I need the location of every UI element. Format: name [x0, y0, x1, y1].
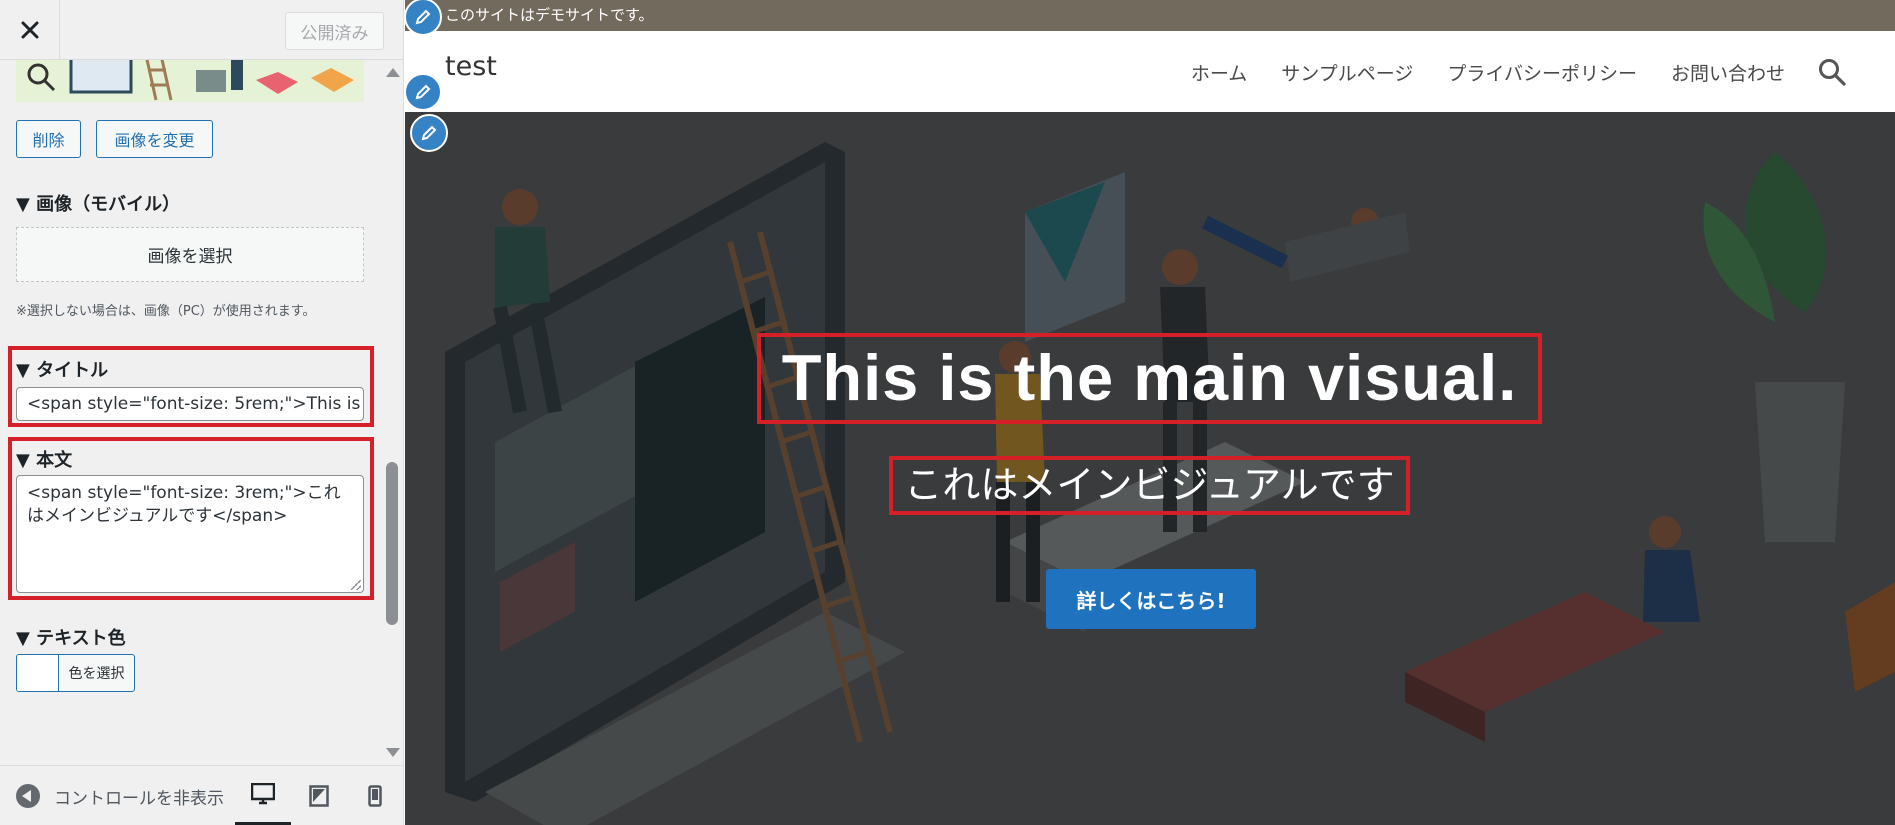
hero-cta-button[interactable]: 詳しくはこちら!	[1046, 569, 1256, 629]
color-picker-button[interactable]: 色を選択	[16, 654, 135, 692]
site-title[interactable]: test	[445, 51, 497, 82]
pencil-icon	[421, 125, 437, 141]
resize-handle[interactable]	[351, 580, 361, 590]
mobile-image-note: ※選択しない場合は、画像（PC）が使用されます。	[16, 304, 316, 319]
selected-image-thumbnail	[16, 60, 364, 102]
main-visual: This is the main visual. これはメインビジュアルです 詳…	[405, 112, 1895, 825]
notice-bar: このサイトはデモサイトです。	[405, 0, 1895, 31]
search-icon[interactable]	[1817, 57, 1847, 87]
text-color-heading[interactable]: ▼ テキスト色	[16, 624, 126, 650]
pencil-icon	[415, 84, 431, 100]
publish-button[interactable]: 公開済み	[285, 12, 384, 50]
scrollbar-thumb[interactable]	[386, 462, 398, 625]
nav-item-privacy-policy[interactable]: プライバシーポリシー	[1447, 59, 1637, 86]
nav-item-contact[interactable]: お問い合わせ	[1671, 59, 1785, 86]
collapse-icon	[16, 784, 40, 808]
collapse-label: コントロールを非表示	[54, 788, 224, 809]
color-picker-label: 色を選択	[68, 666, 125, 682]
delete-image-button[interactable]: 削除	[16, 120, 81, 158]
title-input[interactable]: <span style="font-size: 5rem;">This is t…	[16, 387, 364, 421]
body-textarea-value: <span style="font-size: 3rem;">これはメインビジュ…	[27, 483, 341, 526]
hero-title: This is the main visual.	[781, 341, 1518, 414]
color-swatch	[17, 655, 59, 691]
mobile-icon	[368, 785, 382, 807]
scroll-down-arrow[interactable]	[386, 748, 400, 757]
sidebar-scrollbar[interactable]	[381, 60, 401, 765]
scroll-up-arrow[interactable]	[386, 68, 400, 77]
edit-shortcut-main-visual[interactable]	[410, 114, 448, 152]
tablet-preview-button[interactable]	[291, 766, 347, 825]
main-navigation: ホーム サンプルページ プライバシーポリシー お問い合わせ	[1191, 59, 1785, 86]
nav-item-sample-page[interactable]: サンプルページ	[1281, 59, 1413, 86]
close-button[interactable]	[0, 0, 60, 60]
collapse-controls-button[interactable]: コントロールを非表示	[16, 766, 224, 825]
site-header: test ホーム サンプルページ プライバシーポリシー お問い合わせ	[405, 31, 1895, 112]
sidebar-header: 公開済み	[0, 0, 403, 60]
close-icon	[21, 21, 38, 39]
desktop-icon	[251, 783, 275, 805]
edit-shortcut-site-title[interactable]	[404, 73, 442, 111]
change-image-button[interactable]: 画像を変更	[96, 120, 213, 158]
tablet-icon	[309, 785, 329, 807]
customizer-sidebar: 公開済み 削除 画像を変更 ▼ 画像（モバイル） 画像を選択 ※選択しない場合は…	[0, 0, 404, 825]
site-preview: このサイトはデモサイトです。 test ホーム サンプルページ プライバシーポリ…	[405, 0, 1895, 825]
mobile-image-heading[interactable]: ▼ 画像（モバイル）	[16, 190, 180, 216]
title-heading[interactable]: ▼ タイトル	[16, 356, 108, 382]
mobile-preview-button[interactable]	[347, 766, 403, 825]
pencil-icon	[415, 9, 431, 25]
nav-item-home[interactable]: ホーム	[1191, 59, 1247, 86]
select-image-button[interactable]: 画像を選択	[16, 227, 364, 282]
hero-subtitle: これはメインビジュアルです	[904, 463, 1395, 507]
body-heading[interactable]: ▼ 本文	[16, 446, 72, 472]
body-textarea[interactable]: <span style="font-size: 3rem;">これはメインビジュ…	[16, 475, 364, 593]
desktop-preview-button[interactable]	[235, 766, 291, 825]
sidebar-panel: 削除 画像を変更 ▼ 画像（モバイル） 画像を選択 ※選択しない場合は、画像（P…	[0, 60, 380, 765]
sidebar-footer: コントロールを非表示	[0, 765, 403, 825]
